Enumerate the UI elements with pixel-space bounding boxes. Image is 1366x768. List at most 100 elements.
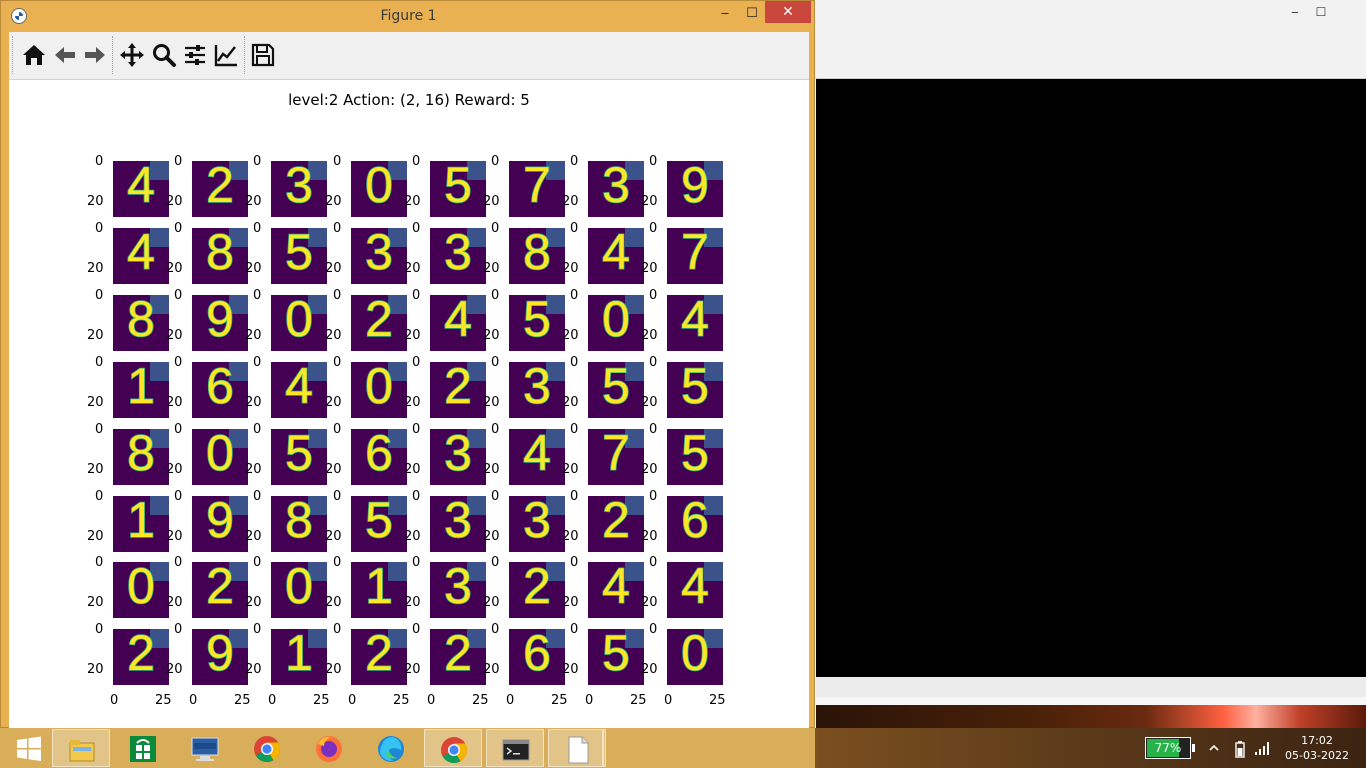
y-tick-label: 0 — [95, 221, 104, 236]
digit-glyph: 4 — [680, 295, 709, 348]
y-tick-label: 20 — [166, 261, 183, 276]
digit-glyph: 3 — [443, 496, 472, 549]
digit-subplot: 0 — [113, 562, 169, 618]
figure-canvas[interactable]: level:2 Action: (2, 16) Reward: 5 4 0 20 2 0… — [9, 80, 809, 729]
y-tick-label: 20 — [483, 662, 500, 677]
digit-subplot: 5 — [588, 629, 644, 685]
y-tick-label: 0 — [491, 288, 500, 303]
y-tick-label: 20 — [325, 595, 342, 610]
clock-time: 17:02 — [1301, 734, 1333, 747]
show-hidden-icons-chevron-icon[interactable] — [1208, 742, 1220, 754]
y-tick-label: 0 — [333, 555, 342, 570]
lenovo-icon — [191, 737, 219, 761]
taskbar-terminal[interactable] — [486, 729, 544, 767]
digit-subplot: 1 — [271, 629, 327, 685]
digit-glyph: 6 — [364, 429, 393, 482]
digit-subplot: 4 — [271, 362, 327, 418]
taskbar-lenovo[interactable] — [176, 729, 234, 767]
digit-glyph: 4 — [680, 562, 709, 615]
y-tick-label: 0 — [412, 154, 421, 169]
digit-subplot: 0 — [271, 295, 327, 351]
battery-indicator[interactable]: 77% — [1145, 737, 1195, 759]
x-tick-label: 25 — [313, 693, 330, 708]
y-tick-label: 20 — [87, 395, 104, 410]
y-tick-label: 0 — [95, 422, 104, 437]
digit-glyph: 6 — [205, 362, 234, 415]
y-tick-label: 20 — [245, 194, 262, 209]
digit-subplot: 3 — [509, 362, 565, 418]
edit-axes-chart-icon[interactable] — [212, 41, 240, 69]
close-button[interactable]: ✕ — [765, 1, 811, 23]
y-tick-label: 0 — [412, 221, 421, 236]
taskbar-store[interactable] — [114, 729, 172, 767]
y-tick-label: 0 — [333, 489, 342, 504]
background-window-titlebar[interactable]: ‒ ☐ — [814, 0, 1366, 30]
y-tick-label: 0 — [570, 422, 579, 437]
digit-subplot: 2 — [430, 629, 486, 685]
taskbar-edge[interactable] — [362, 729, 420, 767]
y-tick-label: 20 — [483, 261, 500, 276]
save-floppy-icon[interactable] — [249, 41, 277, 69]
digit-glyph: 3 — [364, 228, 393, 281]
pan-move-icon[interactable] — [118, 41, 146, 69]
taskbar-notepad[interactable] — [548, 729, 606, 767]
y-tick-label: 0 — [649, 154, 658, 169]
minimize-button[interactable]: ‒ — [711, 3, 739, 25]
bg-maximize-button[interactable]: ☐ — [1308, 4, 1334, 22]
home-icon[interactable] — [20, 41, 48, 69]
digit-glyph: 3 — [522, 496, 551, 549]
y-tick-label: 20 — [404, 395, 421, 410]
digit-glyph: 3 — [443, 429, 472, 482]
power-battery-icon[interactable] — [1234, 740, 1246, 758]
figure-title: level:2 Action: (2, 16) Reward: 5 — [288, 91, 530, 109]
digit-glyph: 3 — [443, 562, 472, 615]
digit-subplot: 5 — [351, 496, 407, 552]
chrome-icon — [441, 737, 468, 764]
forward-arrow-icon[interactable] — [81, 41, 109, 69]
digit-subplot: 4 — [588, 228, 644, 284]
y-tick-label: 0 — [570, 622, 579, 637]
x-tick-label: 25 — [393, 693, 410, 708]
x-tick-label: 0 — [585, 693, 594, 708]
windows-start-button[interactable] — [0, 729, 58, 767]
digit-glyph: 3 — [443, 228, 472, 281]
network-signal-icon[interactable] — [1254, 740, 1272, 756]
y-tick-label: 0 — [570, 288, 579, 303]
y-tick-label: 0 — [333, 622, 342, 637]
system-clock[interactable]: 17:02 05-03-2022 — [1282, 733, 1352, 763]
digit-glyph: 9 — [205, 295, 234, 348]
y-tick-label: 0 — [412, 489, 421, 504]
maximize-button[interactable]: ☐ — [738, 3, 766, 25]
background-window-menu-area — [814, 30, 1366, 79]
taskbar-chrome[interactable] — [238, 729, 296, 767]
digit-glyph: 8 — [284, 496, 313, 549]
digit-glyph: 0 — [364, 161, 393, 214]
y-tick-label: 0 — [95, 489, 104, 504]
taskbar-firefox[interactable] — [300, 729, 358, 767]
taskbar: 77% 17:02 05-03-2022 — [0, 728, 1366, 768]
subplots-sliders-icon[interactable] — [181, 41, 209, 69]
bg-minimize-button[interactable]: ‒ — [1282, 4, 1308, 22]
digit-glyph: 8 — [126, 295, 155, 348]
taskbar-chrome-2[interactable] — [424, 729, 482, 767]
digit-glyph: 4 — [284, 362, 313, 415]
taskbar-file-explorer[interactable] — [52, 729, 110, 767]
digit-glyph: 5 — [680, 429, 709, 482]
y-tick-label: 0 — [95, 288, 104, 303]
toolbar-separator — [112, 36, 114, 74]
digit-subplot: 3 — [588, 161, 644, 217]
toolbar-separator — [244, 36, 246, 74]
y-tick-label: 20 — [87, 328, 104, 343]
y-tick-label: 0 — [333, 154, 342, 169]
digit-glyph: 9 — [205, 629, 234, 682]
back-arrow-icon[interactable] — [51, 41, 79, 69]
digit-glyph: 4 — [443, 295, 472, 348]
x-tick-label: 0 — [506, 693, 515, 708]
digit-glyph: 5 — [364, 496, 393, 549]
y-tick-label: 20 — [166, 194, 183, 209]
digit-glyph: 5 — [522, 295, 551, 348]
zoom-magnifier-icon[interactable] — [150, 41, 178, 69]
y-tick-label: 20 — [245, 595, 262, 610]
digit-glyph: 3 — [284, 161, 313, 214]
y-tick-label: 20 — [404, 328, 421, 343]
